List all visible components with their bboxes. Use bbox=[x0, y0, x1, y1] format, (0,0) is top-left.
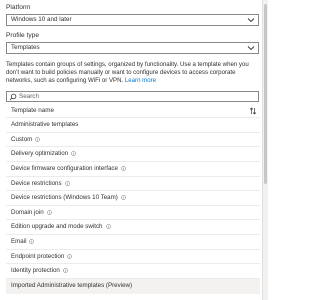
platform-label: Platform bbox=[6, 4, 31, 11]
scrollbar-thumb[interactable] bbox=[264, 4, 267, 184]
info-icon[interactable] bbox=[121, 195, 126, 201]
profile-type-dropdown[interactable]: Templates bbox=[6, 42, 259, 54]
template-name: Device firmware configuration interface bbox=[11, 164, 118, 172]
chevron-down-icon bbox=[247, 18, 255, 23]
template-row[interactable]: Device restrictions (Windows 10 Team) bbox=[6, 191, 260, 206]
column-header-label: Template name bbox=[11, 107, 55, 114]
info-icon[interactable] bbox=[46, 210, 52, 215]
profile-type-label: Profile type bbox=[6, 32, 39, 39]
template-name: Identity protection bbox=[11, 267, 60, 275]
template-name: Domain join bbox=[11, 208, 44, 216]
create-profile-panel: Platform Windows 10 and later Profile ty… bbox=[0, 0, 262, 300]
search-input[interactable]: Search bbox=[6, 91, 259, 102]
template-row[interactable]: Identity protection bbox=[6, 264, 260, 280]
template-row[interactable]: Device restrictions bbox=[6, 177, 260, 192]
template-name: Imported Administrative templates (Previ… bbox=[11, 282, 133, 290]
platform-value: Windows 10 and later bbox=[11, 16, 72, 23]
platform-dropdown[interactable]: Windows 10 and later bbox=[6, 14, 259, 26]
template-name: Edition upgrade and mode switch bbox=[11, 223, 103, 231]
template-row[interactable]: Administrative templates bbox=[6, 118, 260, 133]
search-placeholder: Search bbox=[19, 93, 39, 100]
info-icon[interactable] bbox=[35, 136, 41, 142]
info-icon[interactable] bbox=[67, 253, 73, 259]
profile-type-value: Templates bbox=[11, 44, 40, 51]
chevron-down-icon bbox=[247, 46, 255, 51]
search-icon bbox=[9, 93, 17, 101]
template-row[interactable]: Edition upgrade and mode switch bbox=[6, 220, 260, 236]
profile-description: Templates contain groups of settings, or… bbox=[6, 61, 260, 84]
template-row[interactable]: Imported Administrative templates (Previ… bbox=[6, 279, 260, 294]
template-name: Device restrictions bbox=[11, 179, 62, 187]
template-list: Administrative templates Custom Delivery o… bbox=[6, 118, 260, 294]
template-row[interactable]: Delivery optimization bbox=[6, 147, 260, 162]
template-name: Delivery optimization bbox=[11, 150, 69, 158]
sort-icon[interactable] bbox=[249, 107, 257, 115]
info-icon[interactable] bbox=[29, 239, 35, 244]
template-row[interactable]: Endpoint protection bbox=[6, 250, 260, 265]
template-name: Custom bbox=[11, 135, 33, 143]
info-icon[interactable] bbox=[71, 151, 76, 157]
learn-more-link[interactable]: Learn more bbox=[125, 77, 156, 84]
template-name: Administrative templates bbox=[11, 121, 79, 128]
info-icon[interactable] bbox=[105, 224, 111, 230]
vertical-scrollbar[interactable] bbox=[262, 0, 268, 300]
template-name-column-header[interactable]: Template name bbox=[6, 104, 260, 118]
template-row[interactable]: Device firmware configuration interface bbox=[6, 162, 260, 177]
template-name: Email bbox=[11, 238, 27, 246]
template-row[interactable]: Custom bbox=[6, 133, 260, 148]
info-icon[interactable] bbox=[64, 180, 70, 186]
info-icon[interactable] bbox=[63, 268, 68, 274]
template-row[interactable]: Email bbox=[6, 235, 260, 250]
template-row[interactable]: Domain join bbox=[6, 206, 260, 221]
template-name: Endpoint protection bbox=[11, 252, 65, 260]
info-icon[interactable] bbox=[121, 166, 126, 171]
template-name: Device restrictions (Windows 10 Team) bbox=[11, 194, 118, 202]
